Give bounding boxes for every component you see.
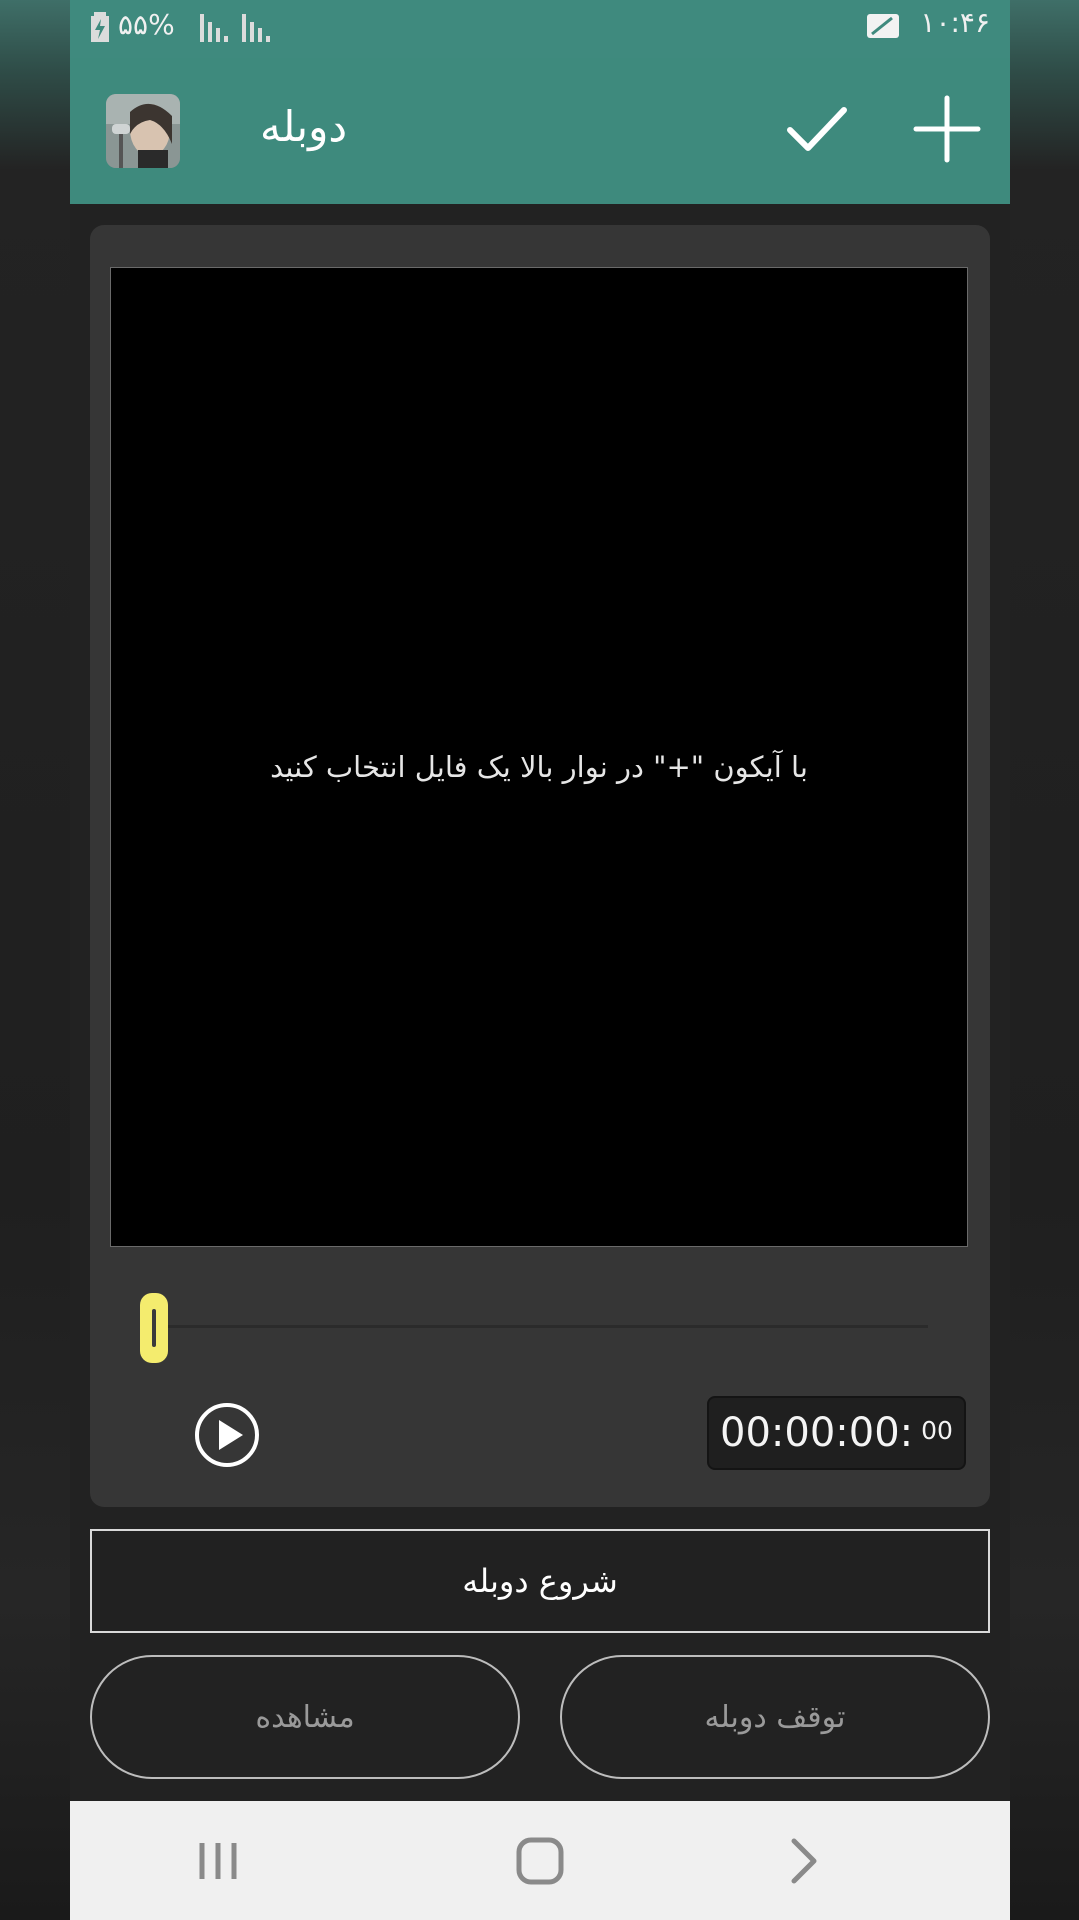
app-window: ۵۵% ۱۰:۴۶ دوبله با آیکون "+" در نوار بال… xyxy=(70,0,1010,1920)
signal-icon xyxy=(200,14,228,42)
system-nav-bar xyxy=(70,1801,1010,1920)
status-time: ۱۰:۴۶ xyxy=(920,6,990,39)
app-logo xyxy=(106,94,180,168)
start-dub-button[interactable]: شروع دوبله xyxy=(90,1529,990,1633)
seek-thumb-grip xyxy=(152,1309,156,1347)
sim-card-icon xyxy=(867,14,899,38)
player-card: با آیکون "+" در نوار بالا یک فایل انتخاب… xyxy=(90,225,990,1507)
microphone-portrait-icon xyxy=(106,94,180,168)
video-preview[interactable]: با آیکون "+" در نوار بالا یک فایل انتخاب… xyxy=(110,267,968,1247)
video-hint-text: با آیکون "+" در نوار بالا یک فایل انتخاب… xyxy=(270,750,808,784)
seek-track[interactable] xyxy=(162,1325,928,1328)
app-title: دوبله xyxy=(260,102,348,151)
view-button[interactable]: مشاهده xyxy=(90,1655,520,1779)
battery-percent: ۵۵% xyxy=(118,8,175,41)
stop-dub-button[interactable]: توقف دوبله xyxy=(560,1655,990,1779)
home-icon[interactable] xyxy=(510,1831,570,1891)
recent-apps-icon[interactable] xyxy=(188,1831,248,1891)
timecode-main: 00:00:00: xyxy=(720,1410,914,1456)
back-icon[interactable] xyxy=(772,1831,832,1891)
status-bar: ۵۵% ۱۰:۴۶ xyxy=(70,0,1010,58)
battery-charging-icon xyxy=(91,12,109,42)
seek-thumb[interactable] xyxy=(140,1293,168,1363)
timecode-display: 00:00:00: 00 xyxy=(707,1396,966,1470)
app-toolbar: دوبله xyxy=(70,58,1010,204)
play-icon[interactable] xyxy=(194,1402,260,1468)
background-right xyxy=(1009,0,1079,1920)
signal-icon-2 xyxy=(242,14,270,42)
timecode-frames: 00 xyxy=(921,1415,953,1445)
background-left xyxy=(0,0,70,1920)
check-icon[interactable] xyxy=(782,94,852,164)
plus-icon[interactable] xyxy=(912,94,982,164)
